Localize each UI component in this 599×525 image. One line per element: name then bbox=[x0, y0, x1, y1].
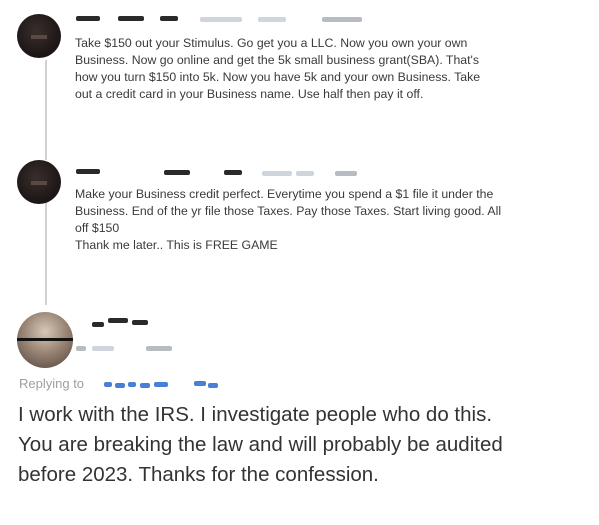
thread-line-top bbox=[45, 60, 47, 160]
reply-author-avatar[interactable] bbox=[17, 312, 73, 368]
commenter-avatar[interactable] bbox=[17, 160, 61, 204]
avatar-redaction-bar bbox=[17, 338, 73, 341]
avatar-icon bbox=[31, 35, 47, 39]
avatar-icon bbox=[31, 181, 47, 185]
comment-text-2: Make your Business credit perfect. Every… bbox=[75, 187, 502, 252]
commenter-avatar[interactable] bbox=[17, 14, 61, 58]
thread-line-middle bbox=[45, 200, 47, 305]
replying-to-label: Replying to bbox=[19, 376, 85, 391]
reply-text: I work with the IRS. I investigate peopl… bbox=[18, 403, 503, 486]
comment-text-1: Take $150 out your Stimulus. Go get you … bbox=[75, 36, 481, 101]
